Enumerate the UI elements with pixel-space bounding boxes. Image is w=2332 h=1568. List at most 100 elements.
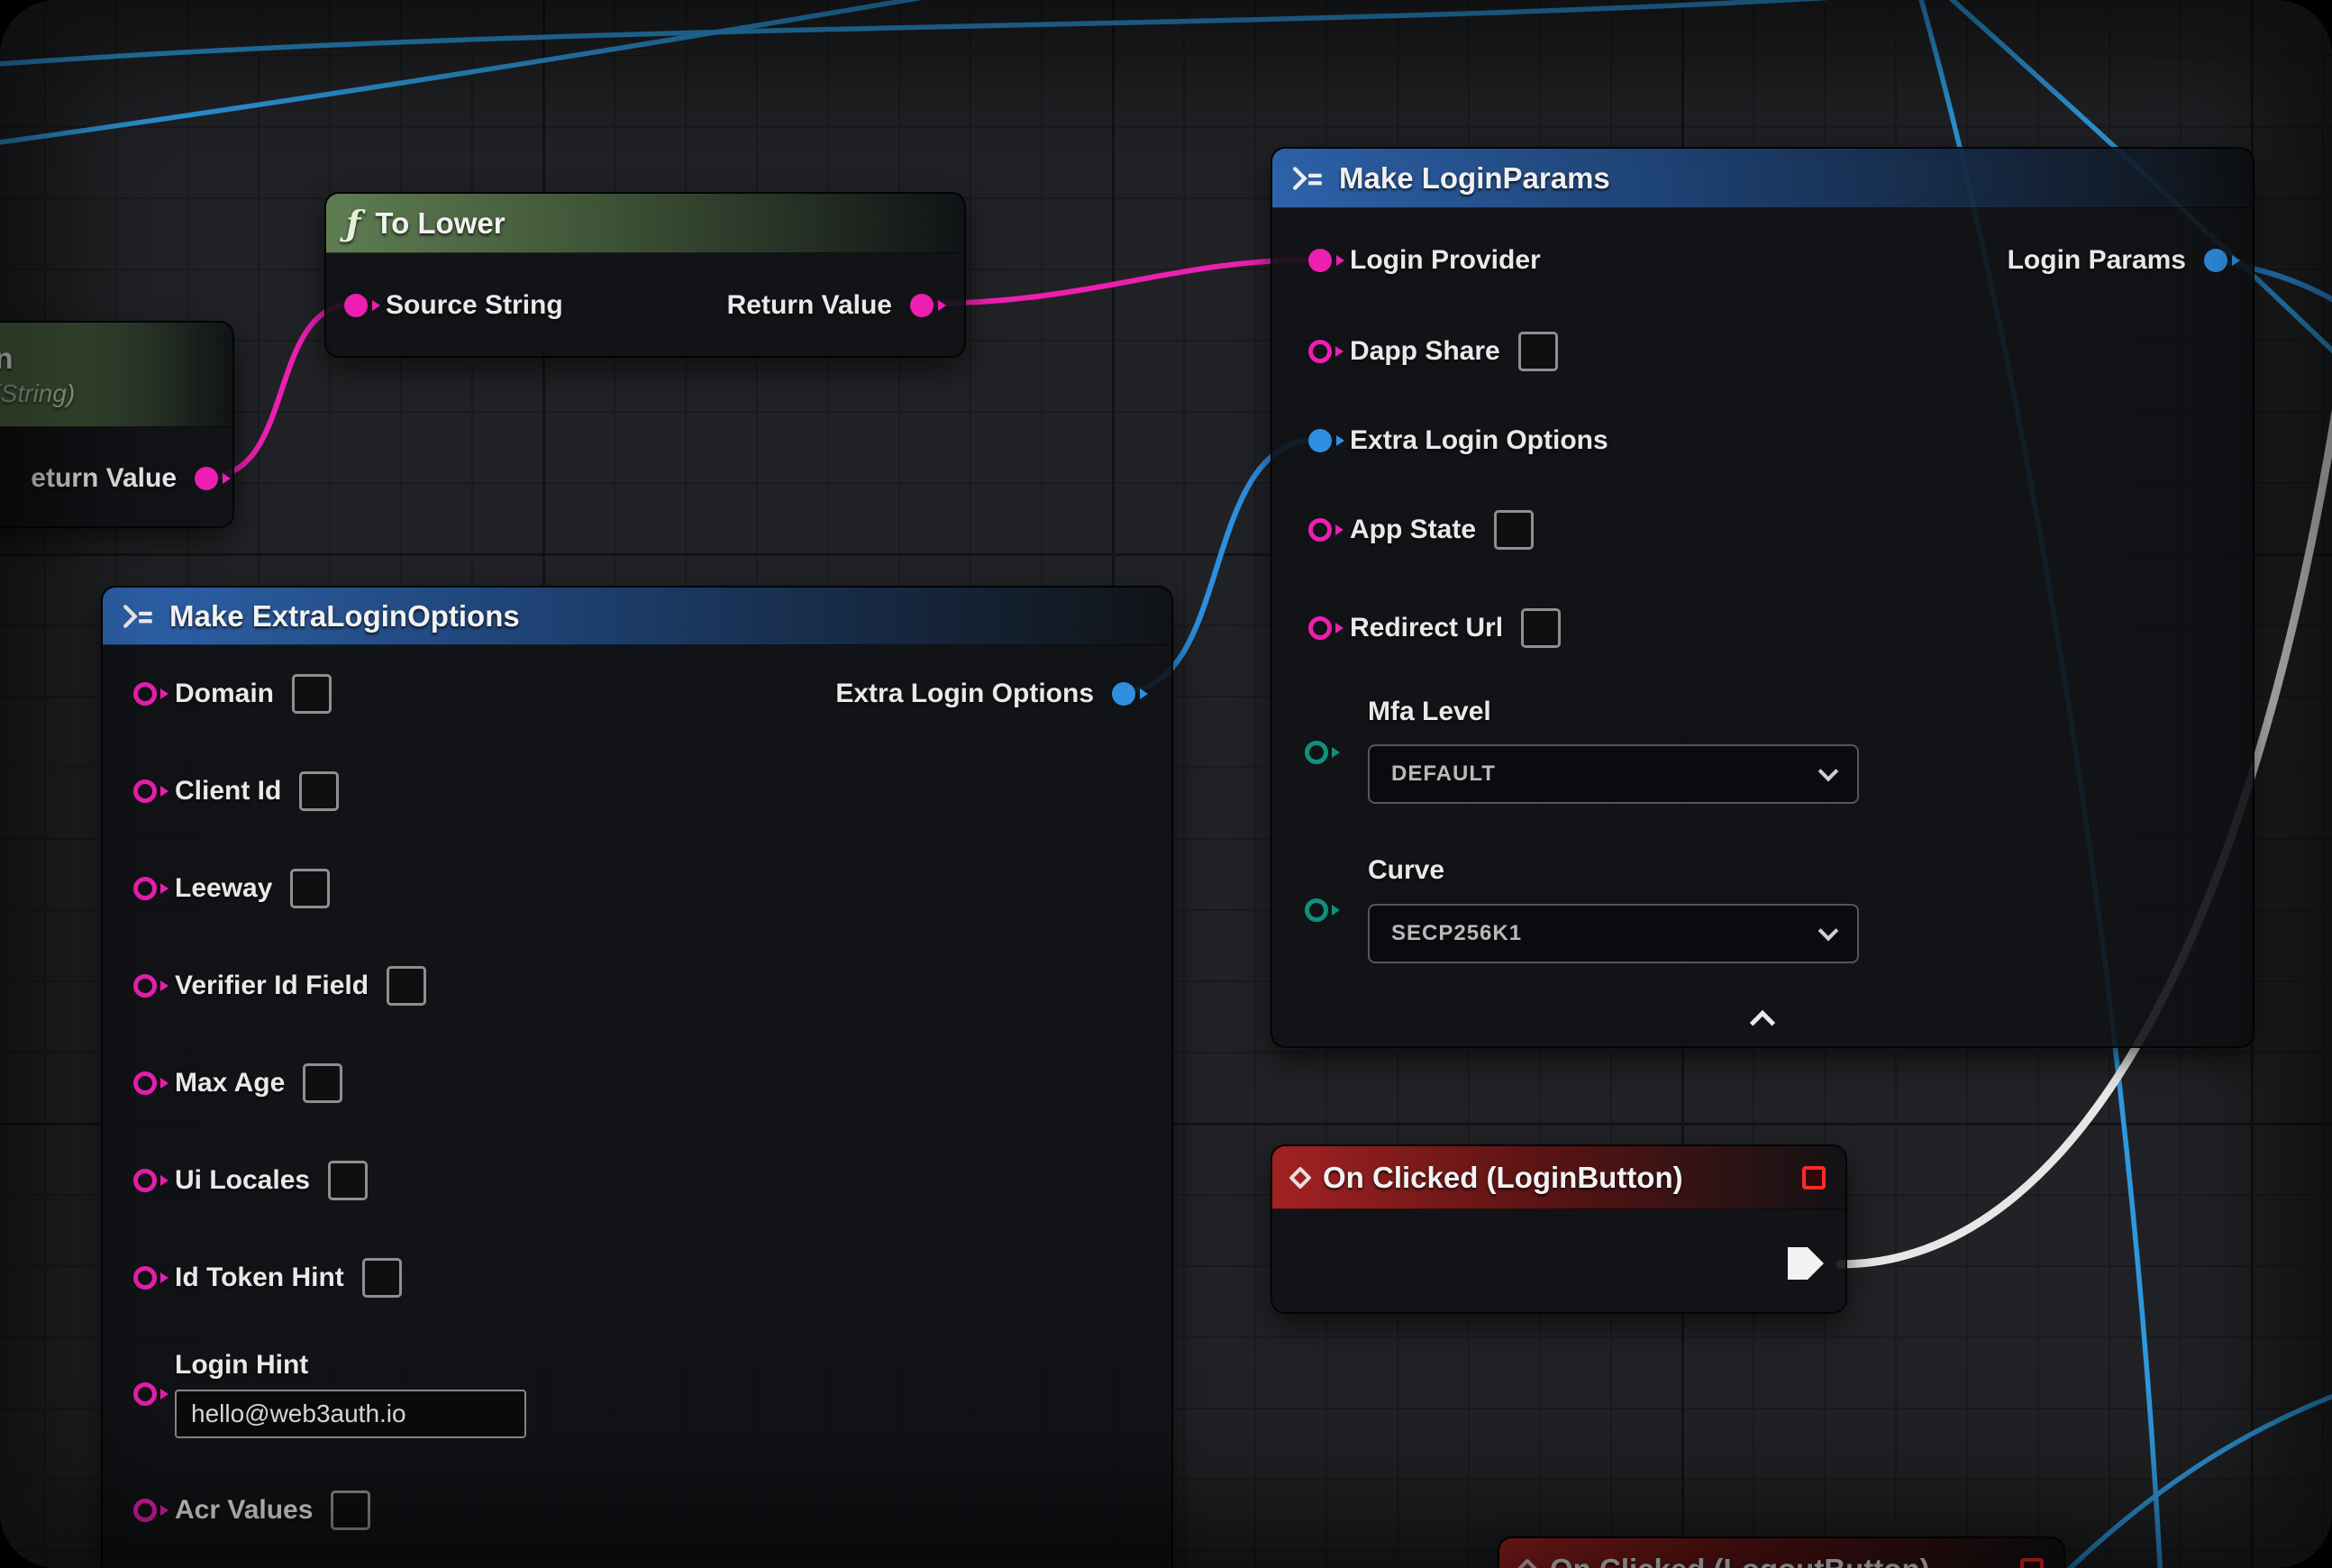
pin-row-max-age: Max Age bbox=[103, 1035, 1171, 1132]
event-signature-icon bbox=[2020, 1558, 2044, 1568]
ui-locales-checkbox[interactable] bbox=[328, 1161, 368, 1200]
client-id-checkbox[interactable] bbox=[299, 771, 339, 811]
node-title: Make ExtraLoginOptions bbox=[169, 599, 520, 634]
source-string-label: Source String bbox=[386, 290, 563, 321]
pin-row-verifier-id-field: Verifier Id Field bbox=[103, 937, 1171, 1035]
node-title: On Clicked (LogoutButton) bbox=[1550, 1553, 1930, 1568]
id-token-hint-label: Id Token Hint bbox=[175, 1263, 344, 1293]
domain-checkbox[interactable] bbox=[292, 674, 332, 714]
graph-canvas[interactable]: tion ox (String) eturn Value ƒ To Lower … bbox=[0, 0, 2332, 1568]
source-string-pin[interactable] bbox=[344, 294, 368, 317]
leeway-pin[interactable] bbox=[133, 877, 157, 900]
domain-pin[interactable] bbox=[133, 682, 157, 706]
make-struct-icon bbox=[123, 605, 155, 628]
curve-pin[interactable] bbox=[1305, 898, 1328, 922]
client-id-label: Client Id bbox=[175, 776, 281, 807]
node-make-login-params[interactable]: Make LoginParams Login Provider Dapp Sha… bbox=[1271, 147, 2255, 1048]
node-header[interactable]: On Clicked (LogoutButton) bbox=[1499, 1538, 2063, 1568]
pin-row-client-id: Client Id bbox=[103, 743, 1171, 840]
dapp-share-checkbox[interactable] bbox=[1518, 332, 1558, 371]
max-age-pin[interactable] bbox=[133, 1071, 157, 1095]
chevron-up-icon bbox=[1750, 1010, 1775, 1035]
login-provider-label: Login Provider bbox=[1350, 245, 1541, 276]
node-to-lower[interactable]: ƒ To Lower Source String Return Value bbox=[324, 192, 966, 358]
node-title-fragment: tion bbox=[0, 342, 13, 376]
pin-row-leeway: Leeway bbox=[103, 840, 1171, 937]
node-subtitle-fragment: ox (String) bbox=[0, 379, 75, 408]
app-state-pin[interactable] bbox=[1308, 518, 1332, 542]
mfa-level-label: Mfa Level bbox=[1368, 697, 1491, 727]
extra-login-options-input-label: Extra Login Options bbox=[1350, 425, 1608, 456]
event-diamond-icon bbox=[1516, 1558, 1538, 1568]
verifier-id-field-pin[interactable] bbox=[133, 974, 157, 998]
redirect-url-checkbox[interactable] bbox=[1521, 608, 1561, 648]
node-title: On Clicked (LoginButton) bbox=[1323, 1161, 1683, 1195]
ui-locales-label: Ui Locales bbox=[175, 1165, 310, 1196]
domain-label: Domain bbox=[175, 679, 274, 709]
app-state-checkbox[interactable] bbox=[1494, 510, 1534, 550]
extra-login-options-output-pin[interactable] bbox=[1112, 682, 1135, 706]
curve-label: Curve bbox=[1368, 855, 1444, 886]
return-value-label: Return Value bbox=[727, 290, 892, 321]
node-function-partial[interactable]: tion ox (String) eturn Value bbox=[0, 321, 234, 528]
node-header[interactable]: Make LoginParams bbox=[1272, 149, 2253, 208]
mfa-level-value: DEFAULT bbox=[1391, 761, 1496, 787]
wire-blue-top-long[interactable] bbox=[0, 0, 1996, 65]
redirect-url-label: Redirect Url bbox=[1350, 613, 1503, 643]
blueprint-editor-screen: tion ox (String) eturn Value ƒ To Lower … bbox=[0, 0, 2332, 1568]
max-age-label: Max Age bbox=[175, 1068, 285, 1099]
login-hint-label: Login Hint bbox=[175, 1350, 526, 1381]
event-signature-icon bbox=[1802, 1166, 1826, 1190]
verifier-id-field-checkbox[interactable] bbox=[387, 966, 426, 1006]
node-header[interactable]: Make ExtraLoginOptions bbox=[103, 588, 1171, 645]
acr-values-pin[interactable] bbox=[133, 1499, 157, 1522]
redirect-url-pin[interactable] bbox=[1308, 616, 1332, 640]
pin-row-app-state: App State bbox=[1308, 508, 1534, 552]
pin-row-login-hint: Login Hint hello@web3auth.io bbox=[103, 1326, 1171, 1462]
return-value-label: eturn Value bbox=[31, 463, 177, 494]
make-struct-icon bbox=[1292, 167, 1325, 190]
node-on-clicked-login-button[interactable]: On Clicked (LoginButton) bbox=[1271, 1144, 1847, 1314]
node-title: Make LoginParams bbox=[1339, 161, 1610, 196]
node-make-extra-login-options[interactable]: Make ExtraLoginOptions Extra Login Optio… bbox=[101, 586, 1173, 1568]
node-header[interactable]: tion ox (String) bbox=[0, 323, 232, 427]
acr-values-checkbox[interactable] bbox=[331, 1491, 370, 1530]
ui-locales-pin[interactable] bbox=[133, 1169, 157, 1192]
pin-row-id-token-hint: Id Token Hint bbox=[103, 1229, 1171, 1326]
string-output-pin[interactable] bbox=[195, 467, 218, 490]
leeway-checkbox[interactable] bbox=[290, 869, 330, 908]
login-hint-input[interactable]: hello@web3auth.io bbox=[175, 1390, 526, 1438]
id-token-hint-pin[interactable] bbox=[133, 1266, 157, 1290]
login-params-output: Login Params bbox=[2008, 239, 2227, 282]
exec-output-pin[interactable] bbox=[1788, 1247, 1824, 1280]
return-value-pin[interactable] bbox=[910, 294, 934, 317]
mfa-level-dropdown[interactable]: DEFAULT bbox=[1368, 744, 1859, 804]
id-token-hint-checkbox[interactable] bbox=[362, 1258, 402, 1298]
app-state-label: App State bbox=[1350, 515, 1476, 545]
login-params-output-pin[interactable] bbox=[2204, 249, 2227, 272]
function-f-icon: ƒ bbox=[346, 203, 360, 243]
extra-login-options-output: Extra Login Options bbox=[835, 645, 1135, 743]
wire-return-to-login-provider[interactable] bbox=[924, 260, 1317, 304]
node-title: To Lower bbox=[375, 206, 505, 241]
curve-value: SECP256K1 bbox=[1391, 921, 1522, 946]
pin-row-redirect-url: Redirect Url bbox=[1308, 606, 1561, 650]
dapp-share-pin[interactable] bbox=[1308, 340, 1332, 363]
node-on-clicked-logout-button[interactable]: On Clicked (LogoutButton) bbox=[1498, 1536, 2065, 1568]
pin-row-extra-login-options: Extra Login Options bbox=[1308, 419, 1608, 462]
extra-login-options-output-label: Extra Login Options bbox=[835, 679, 1094, 709]
client-id-pin[interactable] bbox=[133, 779, 157, 803]
leeway-label: Leeway bbox=[175, 873, 272, 904]
wire-blue-top-left[interactable] bbox=[0, 0, 987, 144]
node-header[interactable]: ƒ To Lower bbox=[326, 194, 964, 253]
node-header[interactable]: On Clicked (LoginButton) bbox=[1272, 1146, 1845, 1209]
collapse-advanced-toggle[interactable] bbox=[1272, 1005, 2253, 1032]
max-age-checkbox[interactable] bbox=[303, 1063, 342, 1103]
wire-blue-bottom-right[interactable] bbox=[2056, 1392, 2332, 1568]
login-hint-pin[interactable] bbox=[133, 1382, 157, 1406]
curve-dropdown[interactable]: SECP256K1 bbox=[1368, 904, 1859, 963]
extra-login-options-input-pin[interactable] bbox=[1308, 429, 1332, 452]
mfa-level-pin[interactable] bbox=[1305, 741, 1328, 764]
login-provider-pin[interactable] bbox=[1308, 249, 1332, 272]
chevron-down-icon bbox=[1818, 761, 1839, 782]
